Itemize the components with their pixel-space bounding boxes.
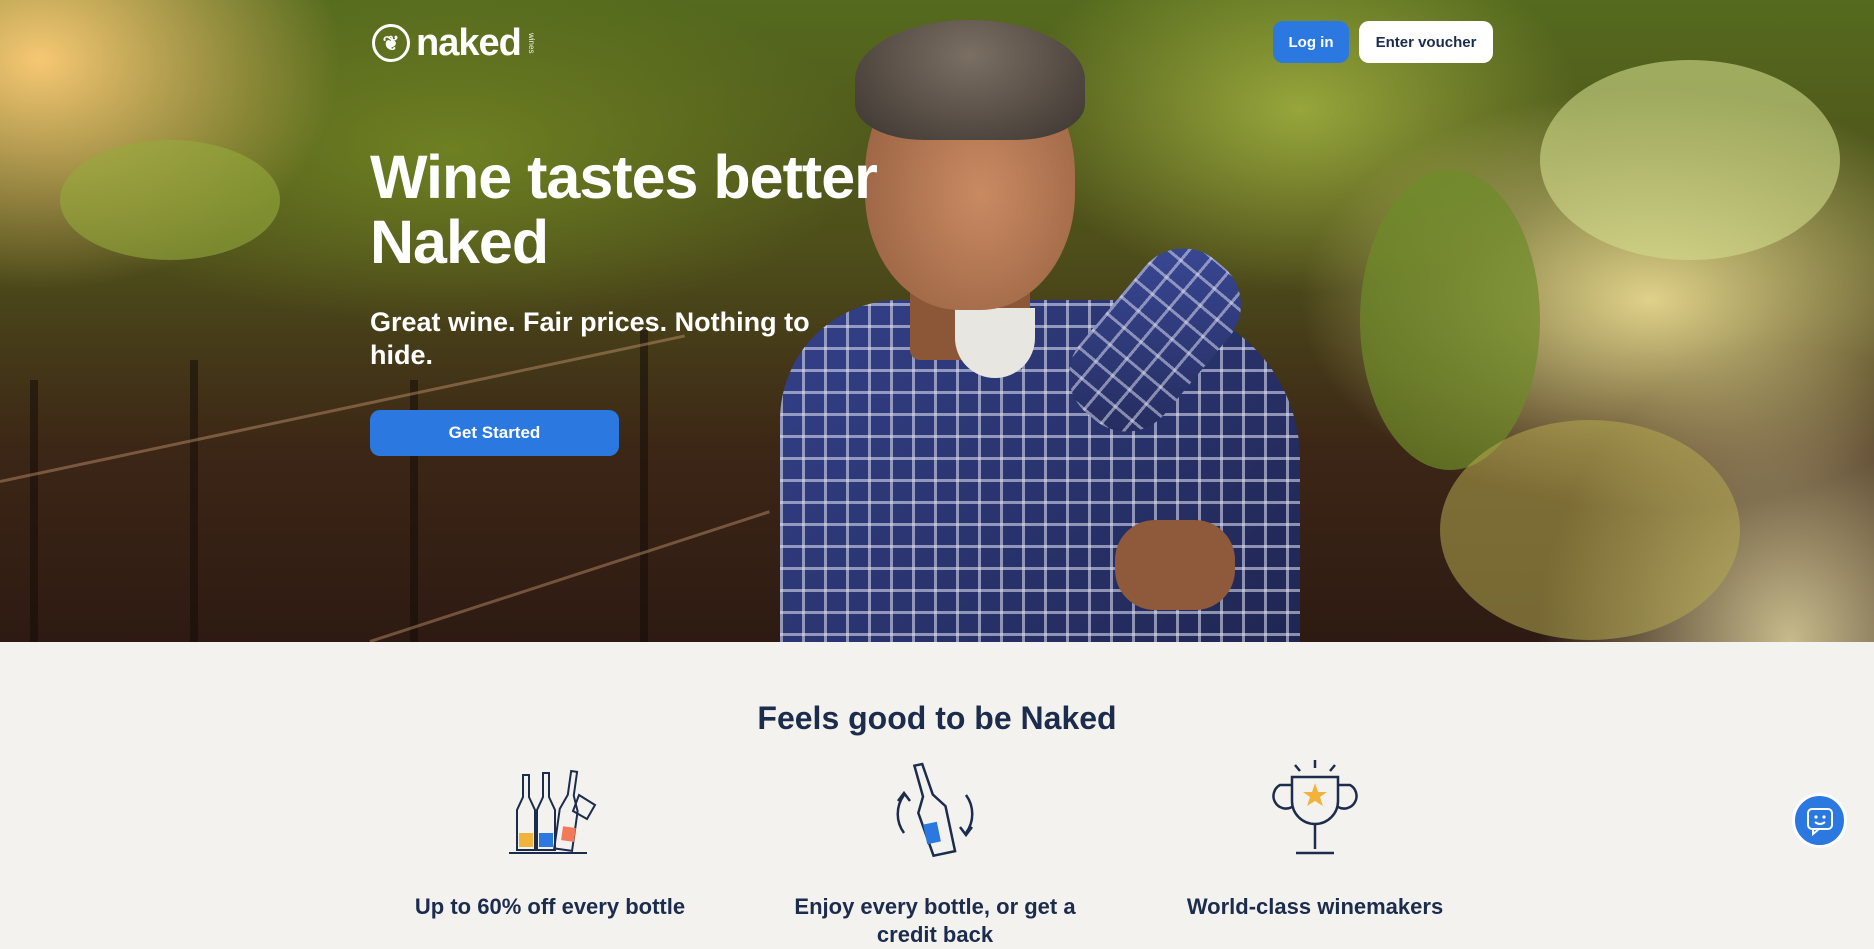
chat-icon (1806, 807, 1833, 836)
vine-post (30, 380, 38, 642)
get-started-button[interactable]: Get Started (370, 410, 619, 456)
hero-title: Wine tastes better Naked (370, 143, 878, 276)
vine-post (190, 360, 198, 642)
hero-banner: ❦ naked wines Log in Enter voucher Wine … (0, 0, 1874, 642)
bottle-refresh-icon (896, 762, 974, 858)
foliage (60, 140, 280, 260)
leaf-logo-icon: ❦ (372, 24, 410, 62)
feature-discount: Up to 60% off every bottle (380, 755, 720, 921)
foliage (1540, 60, 1840, 260)
enter-voucher-button[interactable]: Enter voucher (1359, 21, 1493, 63)
foliage (1440, 420, 1740, 640)
wine-bottles-tag-icon (509, 769, 597, 854)
feature-label: World-class winemakers (1186, 894, 1444, 919)
vine-post (640, 330, 648, 642)
hero-subtitle: Great wine. Fair prices. Nothing to hide… (370, 307, 810, 370)
feature-label: Up to 60% off every bottle (414, 894, 686, 919)
winemaker-photo (770, 20, 1430, 642)
login-button[interactable]: Log in (1273, 21, 1349, 63)
vine-wire (369, 510, 770, 642)
trophy-star-icon (1272, 760, 1358, 855)
logo-subtext: wines (526, 32, 536, 54)
logo-wordmark: naked (416, 21, 522, 64)
chat-button[interactable] (1792, 793, 1847, 848)
feature-winemakers: World-class winemakers (1145, 755, 1485, 921)
feature-label: Enjoy every bottle, or get a credit back (794, 894, 1076, 947)
feature-credit-back: Enjoy every bottle, or get a credit back (765, 755, 1105, 949)
features-title: Feels good to be Naked (757, 700, 1117, 736)
naked-wines-logo[interactable]: ❦ naked wines (372, 20, 536, 66)
